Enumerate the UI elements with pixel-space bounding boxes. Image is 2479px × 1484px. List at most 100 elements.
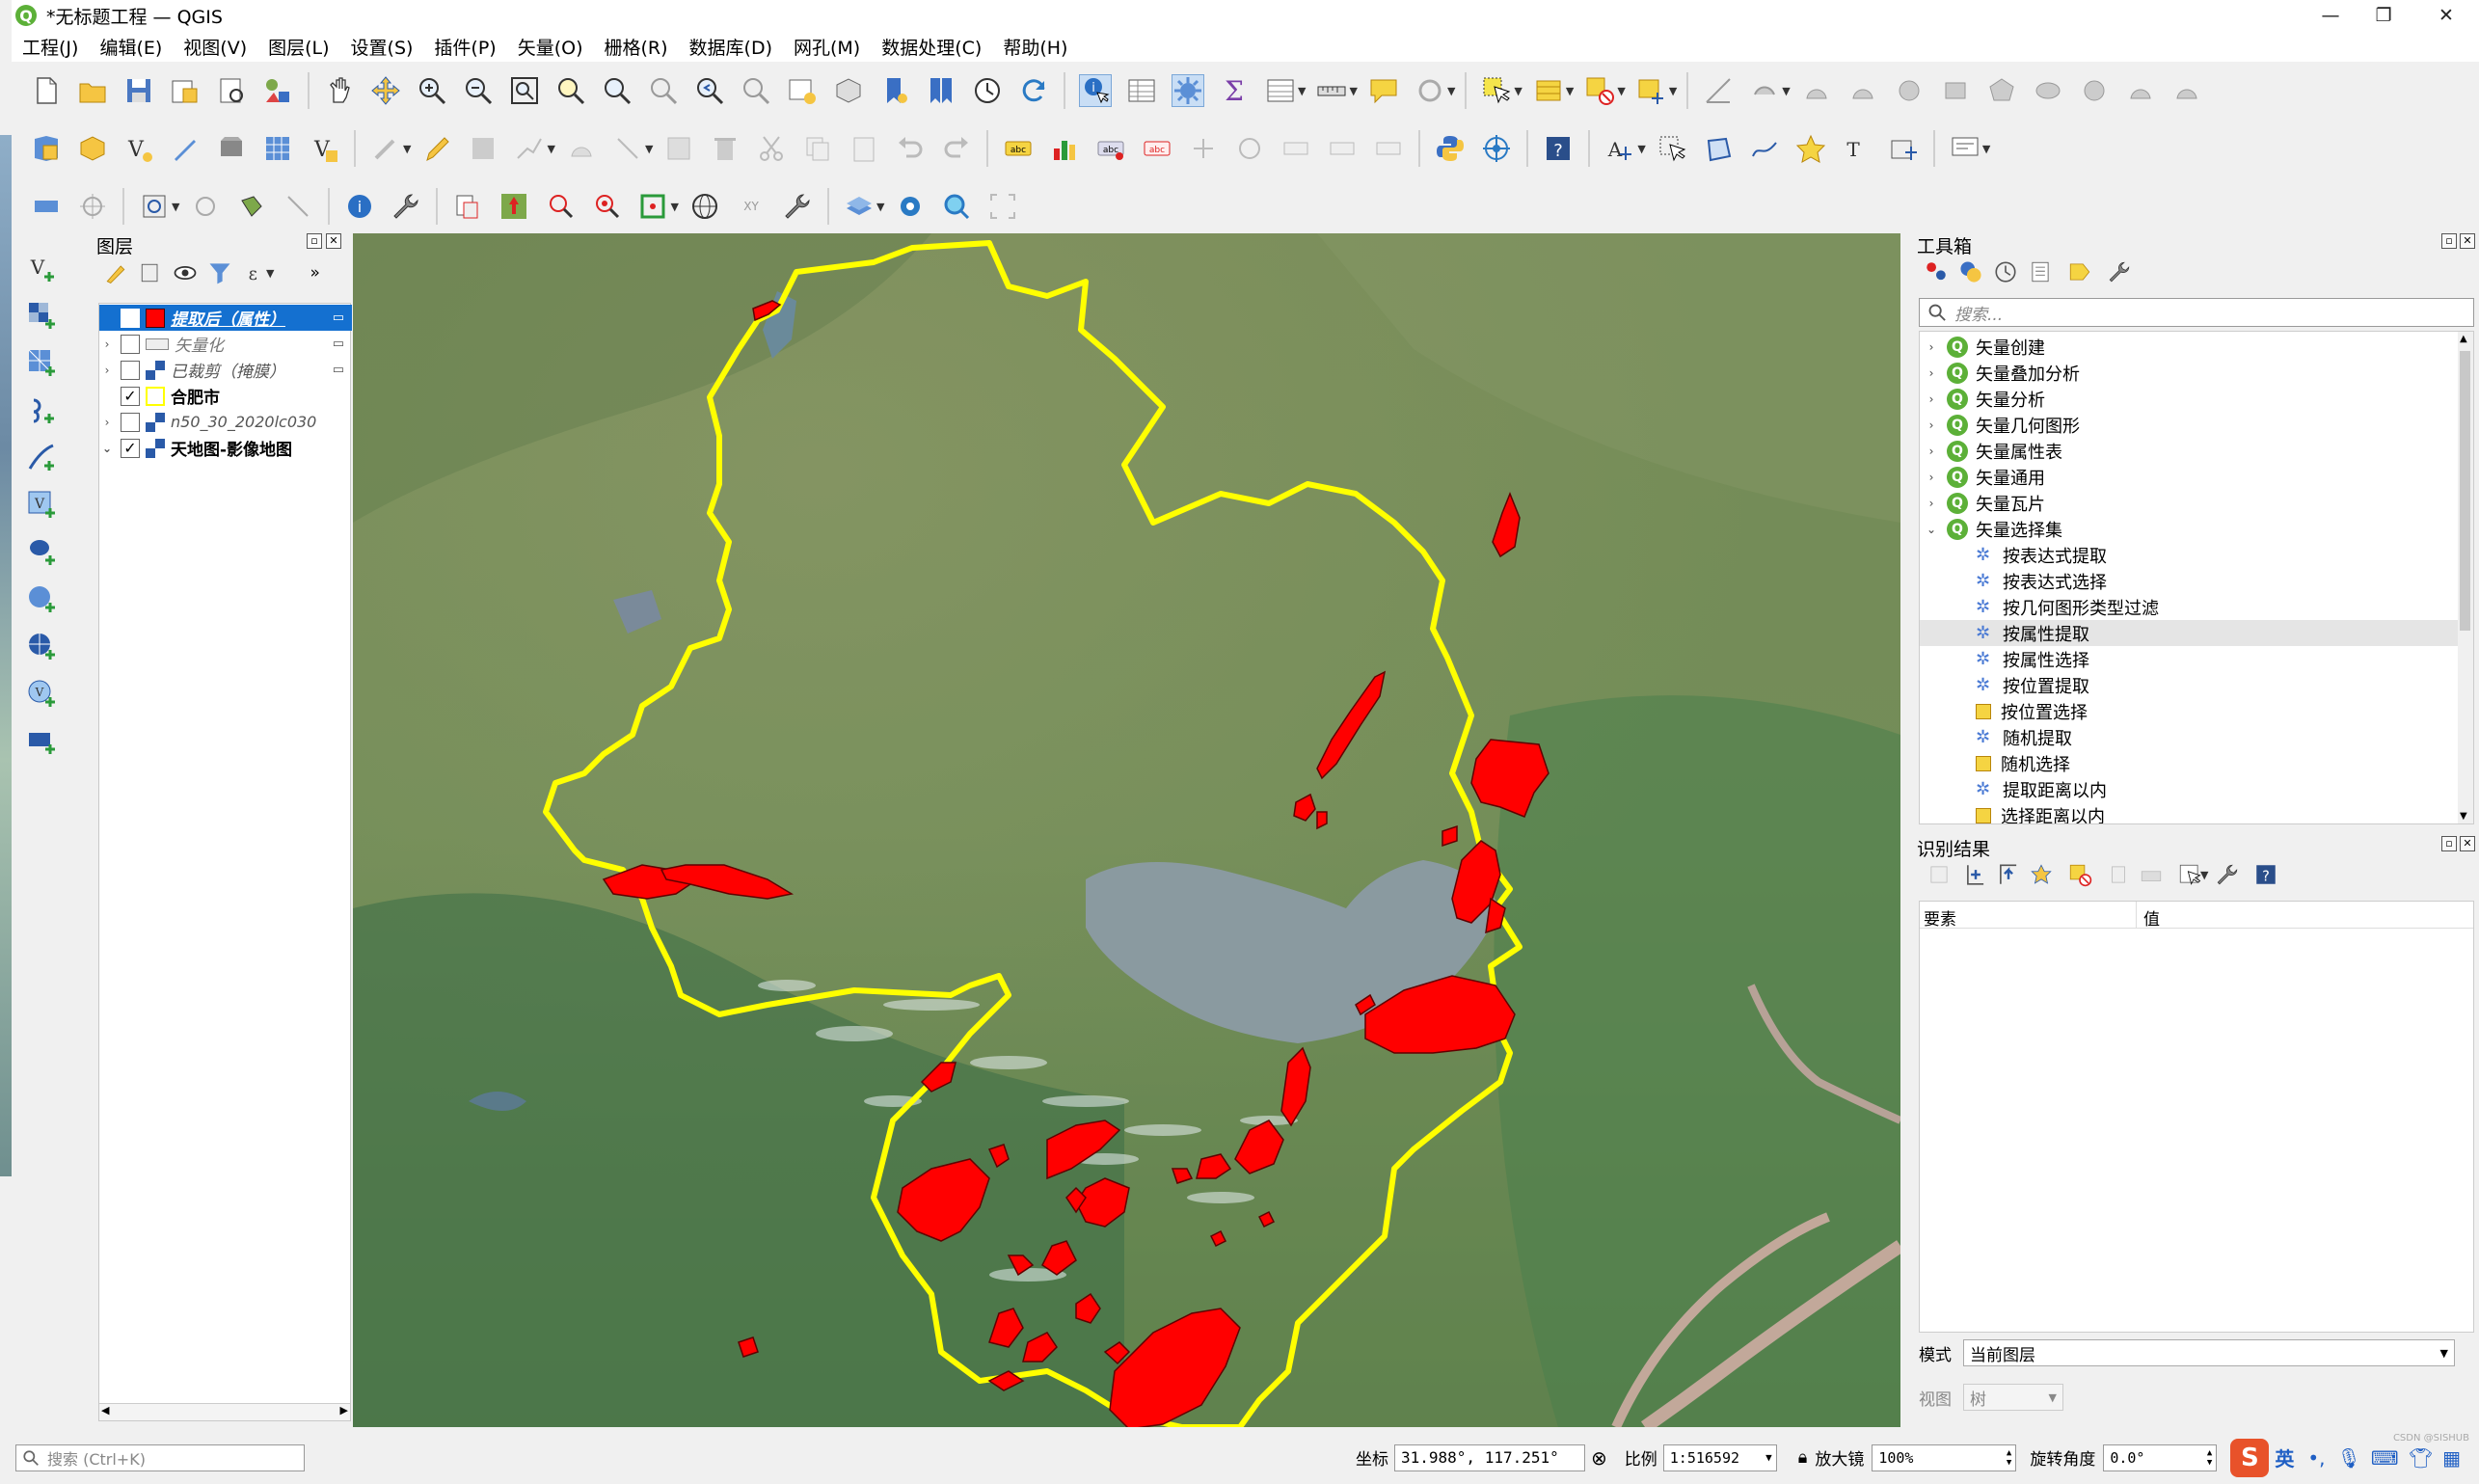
layer-visibility-checkbox[interactable]: ✓ [121,386,140,406]
xy-tool-icon[interactable]: XY [735,190,768,223]
print-results-icon[interactable] [2139,862,2164,887]
shape-digitize-icon[interactable] [2032,74,2064,107]
expand-arrow-icon[interactable]: › [1920,445,1943,458]
coordinate-capture-icon[interactable] [76,190,109,223]
toolbox-tool-item[interactable]: ✲ 随机提取 [1920,724,2458,750]
dropdown-arrow-icon[interactable]: ▼ [2200,869,2208,881]
open-project-icon[interactable] [76,74,109,107]
toolbox-scrollbar[interactable]: ▲ ▼ [2458,332,2473,823]
add-postgis-layer-icon[interactable] [25,535,58,568]
shape-digitize-icon[interactable] [1800,74,1833,107]
column-feature[interactable]: 要素 [1924,905,1956,930]
expand-tree-icon[interactable] [1927,862,1952,887]
globe-icon[interactable] [688,190,721,223]
expand-arrow-icon[interactable]: › [99,337,115,351]
expand-arrow-icon[interactable]: › [99,364,115,377]
zoom-tool-icon[interactable] [544,190,577,223]
add-group-icon[interactable] [137,259,164,286]
shape-digitize-icon[interactable] [1939,74,1972,107]
paste-features-icon[interactable] [848,132,880,165]
expand-arrow-icon[interactable]: › [1920,340,1943,354]
pan-hand-icon[interactable] [323,74,356,107]
satellite-map-view[interactable] [353,233,1900,1427]
new-virtual-layer-icon[interactable] [261,132,294,165]
zoom-last-icon[interactable] [693,74,726,107]
view-select[interactable]: 树 ▼ [1963,1384,2063,1411]
models-icon[interactable] [1924,259,1949,284]
layer-item-landcover[interactable]: › n50_30_2020lc030 [99,409,352,435]
ime-keyboard-icon[interactable]: ⌨ [2371,1446,2399,1470]
zoom-out-icon[interactable] [462,74,495,107]
more-chevron-icon[interactable]: » [310,263,319,283]
new-temp-layer-icon[interactable] [169,132,202,165]
layer-item-clipped[interactable]: › 已裁剪（掩膜） ▭ [99,357,352,383]
new-project-icon[interactable] [30,74,63,107]
deselect-all-icon[interactable] [1583,74,1616,107]
layout-manager-icon[interactable] [451,190,484,223]
toggle-editing-icon[interactable] [420,132,453,165]
shape-digitize-icon[interactable] [1985,74,2018,107]
add-raster-layer-icon[interactable] [25,299,58,332]
dropdown-arrow-icon[interactable]: ▼ [1669,85,1677,97]
attribute-table-menu-icon[interactable] [1264,74,1297,107]
label-toolbar-icon[interactable]: abc [1002,132,1035,165]
save-project-icon[interactable] [122,74,155,107]
new-mesh-icon[interactable]: V [308,132,340,165]
options-wrench-icon[interactable] [2107,259,2132,284]
toolbox-group[interactable]: › Q 矢量创建 [1920,334,2045,360]
python-scripts-icon[interactable] [1958,259,1983,284]
dropdown-arrow-icon[interactable]: ▼ [1566,85,1574,97]
open-attribute-table-icon[interactable] [1125,74,1158,107]
add-pin-icon[interactable] [498,190,530,223]
menu-view[interactable]: 视图(V) [173,34,257,60]
python-console-icon[interactable] [1434,132,1467,165]
modify-attributes-icon[interactable] [662,132,695,165]
menu-layer[interactable]: 图层(L) [257,34,339,60]
dropdown-arrow-icon[interactable]: ▼ [1447,85,1455,97]
save-as-icon[interactable] [169,74,202,107]
digitizing-tool-icon[interactable] [1702,74,1735,107]
toolbox-group[interactable]: › Q 矢量瓦片 [1920,490,2045,516]
rotation-field[interactable]: 0.0° ▲ ▼ [2103,1444,2218,1471]
zoom-point-icon[interactable] [590,190,623,223]
highlight-pinned-labels-icon[interactable]: abc [1094,132,1127,165]
zoom-native-icon[interactable] [647,74,680,107]
add-gpx-layer-icon[interactable] [25,441,58,473]
expand-arrow-icon[interactable]: › [99,416,115,429]
label-history-icon[interactable] [1372,132,1405,165]
results-viewer-icon[interactable] [2028,259,2053,284]
collapse-arrow-icon[interactable]: ⌄ [1920,523,1943,536]
add-xyz-tiles-icon[interactable] [25,724,58,757]
collapse-tree-icon[interactable] [1996,862,2021,887]
shape-digitize-icon[interactable] [2170,74,2203,107]
temporary-layer-icon[interactable]: ▭ [333,310,344,325]
measure-line-icon[interactable] [1315,74,1348,107]
modify-annotations-icon[interactable] [1656,132,1688,165]
expand-arrow-icon[interactable]: › [1920,471,1943,484]
fullscreen-icon[interactable] [986,190,1019,223]
menu-help[interactable]: 帮助(H) [992,34,1078,60]
filter-by-expression-icon[interactable]: ε [241,259,268,286]
toolbox-tool-item[interactable]: ✲ 提取距离以内 [1920,776,2458,802]
open-layer-styling-icon[interactable] [102,259,129,286]
menu-raster[interactable]: 栅格(R) [594,34,679,60]
undo-icon[interactable] [894,132,927,165]
ime-punctuation-icon[interactable]: •, [2307,1446,2325,1470]
snapping-icon[interactable] [138,190,171,223]
dropdown-arrow-icon[interactable]: ▼ [1349,85,1357,97]
tools-wrench-icon[interactable] [781,190,814,223]
gps-toolbar-icon[interactable] [1414,74,1446,107]
identify-features-icon[interactable]: i [1079,74,1112,107]
extent-tool-icon[interactable] [636,190,669,223]
toolbox-group[interactable]: › Q 矢量通用 [1920,464,2045,490]
digitize-line-icon[interactable] [513,132,546,165]
show-hide-labels-icon[interactable]: abc [1141,132,1173,165]
bookmark-new-icon[interactable] [878,74,911,107]
menu-plugins[interactable]: 插件(P) [423,34,506,60]
dropdown-arrow-icon[interactable]: ▼ [547,143,554,155]
scroll-left-icon[interactable]: ◀ [101,1404,109,1417]
scroll-up-icon[interactable]: ▲ [2460,334,2467,344]
ime-microphone-icon[interactable]: 🎙︎ [2337,1446,2361,1470]
copy-features-icon[interactable] [801,132,834,165]
scroll-right-icon[interactable]: ▶ [340,1404,348,1417]
